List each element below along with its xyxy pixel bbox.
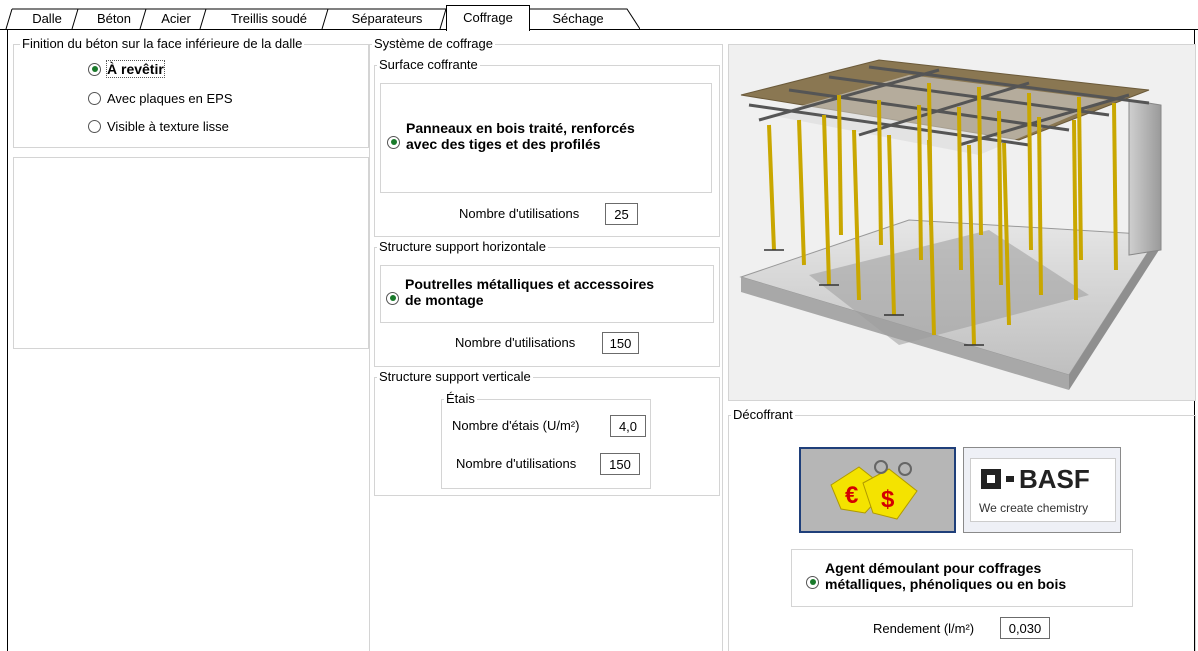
decoffrant-title: Décoffrant: [731, 407, 795, 423]
etais-group: Étais Nombre d'étais (U/m²) 4,0 Nombre d…: [441, 391, 651, 489]
radio-avec-plaques-eps[interactable]: Avec plaques en EPS: [88, 91, 233, 106]
radio-visible-texture-lisse[interactable]: Visible à texture lisse: [88, 119, 229, 134]
verticale-group: Structure support verticale Étais Nombre…: [374, 369, 720, 496]
surface-coffrante-group: Surface coffrante Panneaux en bois trait…: [374, 57, 720, 237]
rendement-label: Rendement (l/m²): [873, 621, 975, 636]
formwork-illustration: [728, 44, 1196, 401]
svg-text:€: €: [845, 482, 858, 509]
radio-selected-icon: [386, 291, 399, 305]
etais-title: Étais: [444, 391, 477, 407]
etais-count-label: Nombre d'étais (U/m²): [452, 418, 580, 433]
radio-agent-demoulant[interactable]: Agent démoulant pour coffrages métalliqu…: [806, 560, 1066, 592]
rendement-input[interactable]: 0,030: [1000, 617, 1050, 639]
decoffrant-group: Décoffrant € $ BASF We create chemistry …: [728, 407, 1196, 651]
svg-text:$: $: [881, 486, 895, 513]
etais-uses-input[interactable]: 150: [600, 453, 640, 475]
radio-icon: [88, 92, 101, 105]
radio-poutrelles[interactable]: Poutrelles métalliques et accessoires de…: [386, 276, 654, 308]
decoffrant-option-box[interactable]: Agent démoulant pour coffrages métalliqu…: [791, 549, 1133, 607]
basf-wordmark: BASF: [1019, 464, 1090, 494]
tab-outline: [5, 8, 640, 30]
radio-label: À revêtir: [106, 60, 165, 78]
formwork-image: [739, 59, 1162, 390]
horizontale-group: Structure support horizontale Poutrelles…: [374, 239, 720, 367]
radio-label: Agent démoulant pour coffrages métalliqu…: [825, 560, 1067, 592]
basf-square-icon: [981, 469, 1001, 489]
etais-uses-label: Nombre d'utilisations: [456, 456, 577, 471]
price-button[interactable]: € $: [799, 447, 956, 533]
finition-group: Finition du béton sur la face inférieure…: [13, 36, 369, 148]
empty-panel: [13, 157, 369, 349]
radio-selected-icon: [806, 575, 819, 589]
finition-title: Finition du béton sur la face inférieure…: [20, 36, 305, 52]
price-tags-icon: € $: [830, 460, 918, 520]
surface-option-box[interactable]: Panneaux en bois traité, renforcés avec …: [380, 83, 712, 193]
surface-uses-label: Nombre d'utilisations: [459, 206, 580, 221]
horizontale-title: Structure support horizontale: [377, 239, 548, 255]
radio-icon: [88, 120, 101, 133]
tab-coffrage[interactable]: Coffrage: [446, 5, 530, 31]
radio-label: Poutrelles métalliques et accessoires de…: [405, 276, 655, 308]
radio-a-revetir[interactable]: À revêtir: [88, 60, 165, 78]
radio-selected-icon: [88, 62, 101, 76]
horizontale-uses-label: Nombre d'utilisations: [455, 335, 576, 350]
tab-bar: Dalle Béton Acier Treillis soudé Séparat…: [0, 0, 1198, 31]
etais-count-input[interactable]: 4,0: [610, 415, 646, 437]
verticale-title: Structure support verticale: [377, 369, 533, 385]
basf-logo: BASF We create chemistry: [970, 458, 1116, 522]
radio-label: Avec plaques en EPS: [107, 91, 233, 106]
radio-panneaux-bois[interactable]: Panneaux en bois traité, renforcés avec …: [387, 120, 635, 152]
systeme-title: Système de coffrage: [372, 36, 495, 52]
radio-selected-icon: [387, 135, 400, 149]
horizontale-uses-input[interactable]: 150: [602, 332, 639, 354]
horizontale-option-box[interactable]: Poutrelles métalliques et accessoires de…: [380, 265, 714, 323]
basf-tagline: We create chemistry: [979, 501, 1089, 515]
surface-uses-input[interactable]: 25: [605, 203, 638, 225]
frame-left: [7, 30, 8, 651]
basf-button[interactable]: BASF We create chemistry: [963, 447, 1121, 533]
radio-label: Visible à texture lisse: [107, 119, 229, 134]
radio-label: Panneaux en bois traité, renforcés avec …: [406, 120, 635, 152]
surface-title: Surface coffrante: [377, 57, 480, 73]
